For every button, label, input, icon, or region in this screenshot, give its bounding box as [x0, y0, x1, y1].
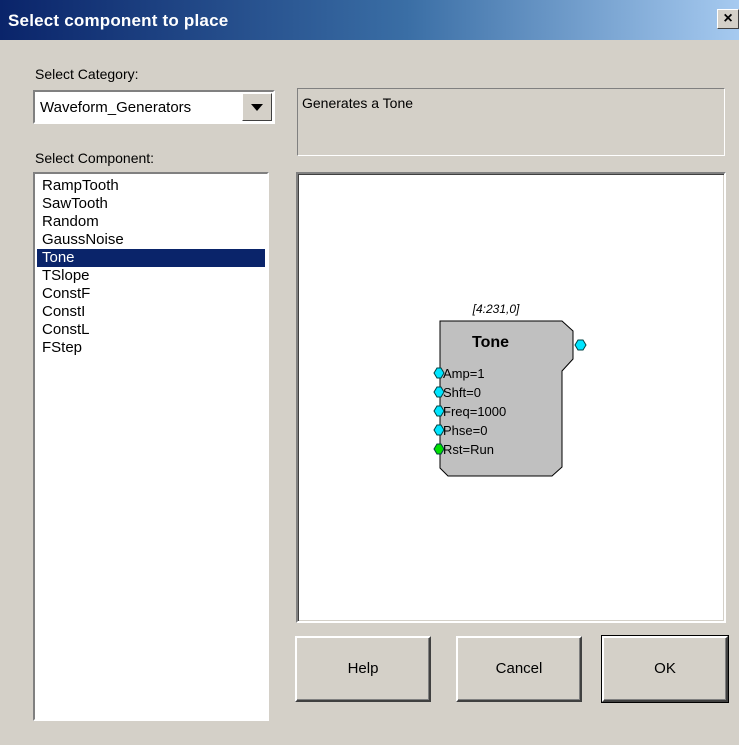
list-item[interactable]: ConstL: [37, 321, 265, 339]
description-text: Generates a Tone: [302, 95, 414, 111]
category-dropdown[interactable]: Waveform_Generators: [33, 90, 275, 124]
component-label: Select Component:: [35, 150, 155, 166]
close-button[interactable]: ×: [717, 9, 739, 29]
list-item[interactable]: Random: [37, 213, 265, 231]
list-item[interactable]: RampTooth: [37, 177, 265, 195]
list-item[interactable]: FStep: [37, 339, 265, 357]
title-bar: Select component to place ×: [0, 0, 739, 40]
list-item[interactable]: Tone: [37, 249, 265, 267]
dropdown-button[interactable]: [242, 93, 272, 121]
category-value: Waveform_Generators: [40, 99, 192, 116]
help-button[interactable]: Help: [295, 636, 431, 702]
close-icon: ×: [723, 10, 733, 27]
input-port-label: Shft=0: [443, 385, 481, 400]
list-item[interactable]: ConstI: [37, 303, 265, 321]
input-port-label: Freq=1000: [443, 404, 506, 419]
cancel-button[interactable]: Cancel: [456, 636, 582, 702]
list-item[interactable]: ConstF: [37, 285, 265, 303]
ok-button[interactable]: OK: [601, 635, 729, 703]
input-port-label: Amp=1: [443, 366, 485, 381]
output-port: [574, 339, 587, 351]
input-port-label: Phse=0: [443, 423, 487, 438]
block-name: Tone: [472, 334, 509, 351]
chevron-down-icon: [251, 104, 263, 111]
block-address: [4:231,0]: [472, 302, 520, 316]
preview-canvas: [4:231,0] Tone Amp=1 Shft=0 Freq=1000 Phse=…: [433, 302, 587, 477]
component-list[interactable]: RampTooth SawTooth Random GaussNoise Tone TSl…: [33, 172, 269, 721]
window-title: Select component to place: [8, 11, 229, 30]
list-item[interactable]: SawTooth: [37, 195, 265, 213]
category-label: Select Category:: [35, 66, 139, 82]
description-box: Generates a Tone: [297, 88, 725, 156]
list-item[interactable]: TSlope: [37, 267, 265, 285]
component-preview: [4:231,0] Tone Amp=1 Shft=0 Freq=1000 Phse=…: [296, 172, 726, 623]
input-port-label: Rst=Run: [443, 442, 494, 457]
list-item[interactable]: GaussNoise: [37, 231, 265, 249]
